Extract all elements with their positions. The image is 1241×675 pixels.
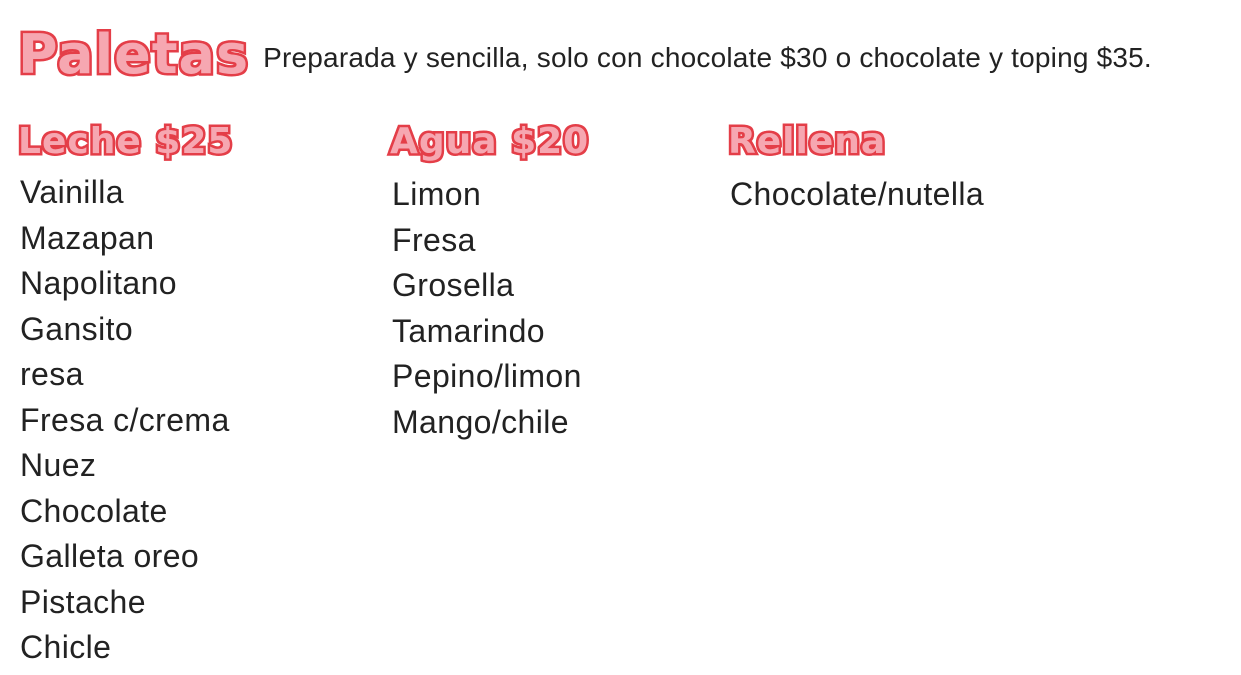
menu-page: Paletas Preparada y sencilla, solo con c… (0, 0, 1241, 675)
column-rellena: Rellena Chocolate/nutella (725, 118, 984, 218)
list-item: Chicle (20, 629, 112, 665)
list-item: Nuez (20, 447, 97, 483)
flavor-list-agua: Limon Fresa Grosella Tamarindo Pepino/li… (390, 172, 589, 445)
list-item: Chocolate/nutella (730, 176, 985, 212)
list-item: Fresa c/crema (20, 401, 230, 438)
list-item: Mazapan (20, 219, 155, 256)
list-item: Fresa (392, 221, 476, 258)
column-agua: Agua $20 Limon Fresa Grosella Tamarindo … (387, 118, 590, 445)
list-item: Pepino/limon (392, 358, 582, 394)
page-subtitle: Preparada y sencilla, solo con chocolate… (263, 42, 1152, 73)
column-title-leche: Leche $25 (15, 121, 234, 162)
list-item: Pistache (20, 583, 146, 620)
list-item: Napolitano (20, 265, 177, 301)
header: Paletas Preparada y sencilla, solo con c… (15, 23, 1152, 86)
list-item: Grosella (392, 267, 515, 303)
list-item: Chocolate (20, 492, 168, 529)
list-item: Gansito (20, 310, 134, 347)
list-item: Limon (392, 176, 482, 212)
column-leche: Leche $25 Vainilla Mazapan Napolitano Ga… (15, 118, 234, 671)
list-item: Vainilla (20, 174, 124, 210)
list-item: resa (20, 356, 84, 392)
column-title-rellena: Rellena (725, 121, 887, 162)
column-title-agua: Agua $20 (387, 121, 590, 162)
list-item: Tamarindo (392, 312, 546, 349)
flavor-list-leche: Vainilla Mazapan Napolitano Gansito resa… (18, 170, 233, 671)
list-item: Galleta oreo (20, 538, 200, 574)
flavor-list-rellena: Chocolate/nutella (728, 172, 984, 218)
list-item: Mango/chile (392, 403, 569, 440)
page-title: Paletas (15, 23, 250, 86)
